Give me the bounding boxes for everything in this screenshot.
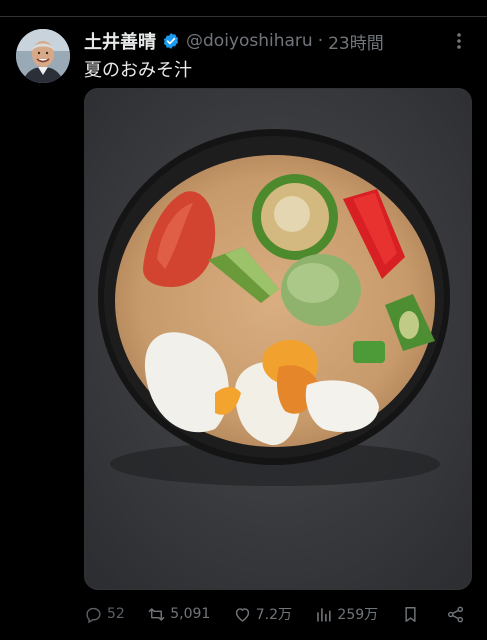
action-bar: 52 5,091 7.2万 259万 [84, 600, 469, 628]
repost-icon [148, 607, 165, 621]
reply-count: 52 [107, 606, 125, 622]
like-icon [235, 607, 249, 622]
post-time[interactable]: 23時間 [328, 29, 384, 54]
avatar[interactable] [16, 29, 70, 83]
views-icon [317, 607, 332, 622]
bookmark-icon [404, 606, 416, 622]
reply-icon [86, 607, 101, 623]
author-name[interactable]: 土井善晴 [84, 28, 156, 54]
bookmark-button[interactable] [401, 605, 424, 624]
more-dots-icon[interactable] [446, 30, 472, 52]
author-photo [16, 29, 70, 83]
repost-count: 5,091 [170, 606, 211, 622]
post-text: 夏のおみそ汁 [84, 60, 192, 81]
views-button[interactable]: 259万 [314, 604, 378, 624]
separator-dot: · [317, 31, 324, 51]
post-image[interactable] [84, 88, 472, 590]
like-button[interactable]: 7.2万 [233, 604, 292, 624]
top-divider [0, 0, 487, 17]
views-count: 259万 [337, 607, 379, 623]
verified-badge-icon[interactable] [162, 32, 180, 50]
share-icon [447, 606, 463, 622]
repost-button[interactable]: 5,091 [147, 605, 210, 624]
reply-button[interactable]: 52 [84, 605, 125, 624]
miso-soup-photo [85, 89, 471, 589]
post-header: 土井善晴 @doiyoshiharu · 23時間 [84, 28, 447, 54]
like-count: 7.2万 [255, 607, 292, 623]
share-button[interactable] [446, 605, 469, 624]
author-handle[interactable]: @doiyoshiharu [186, 31, 313, 51]
